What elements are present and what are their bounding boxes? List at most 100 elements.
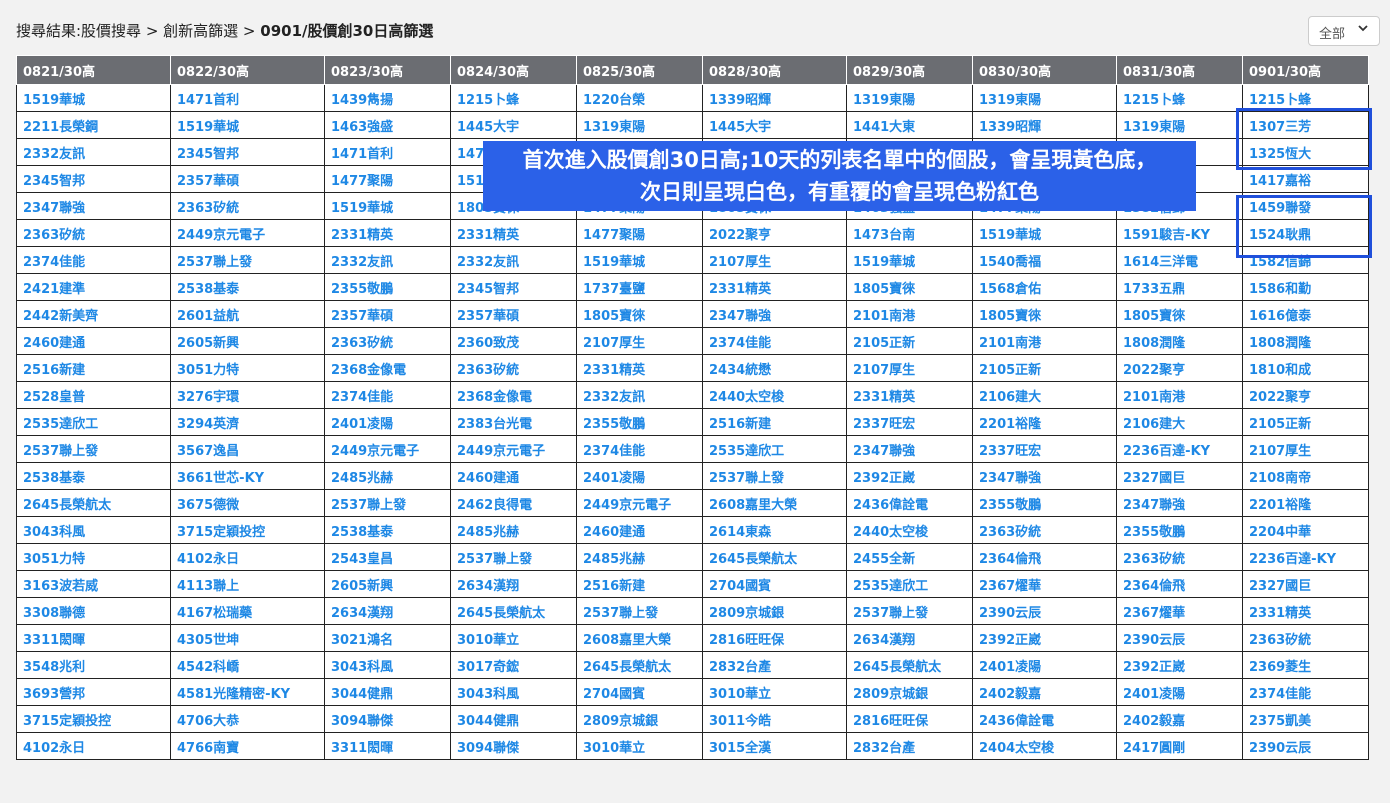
stock-cell[interactable]: 2236百達-KY: [1116, 435, 1243, 463]
stock-cell[interactable]: 2634漢翔: [846, 624, 973, 652]
stock-cell[interactable]: 2101南港: [1116, 381, 1243, 409]
stock-cell[interactable]: 2106建大: [972, 381, 1117, 409]
stock-cell[interactable]: 2357華碩: [170, 165, 325, 193]
stock-cell[interactable]: 2645長榮航太: [450, 597, 577, 625]
stock-cell[interactable]: 2462良得電: [450, 489, 577, 517]
stock-cell[interactable]: 2605新興: [170, 327, 325, 355]
stock-cell[interactable]: 2364倫飛: [972, 543, 1117, 571]
stock-cell[interactable]: 2390云辰: [1242, 732, 1369, 760]
stock-cell[interactable]: 1471首利: [324, 138, 451, 166]
stock-cell[interactable]: 2809京城銀: [846, 678, 973, 706]
stock-cell[interactable]: 3094聯傑: [450, 732, 577, 760]
stock-cell[interactable]: 2402毅嘉: [1116, 705, 1243, 733]
stock-cell[interactable]: 2331精英: [324, 219, 451, 247]
stock-cell[interactable]: 1339昭輝: [702, 84, 847, 112]
stock-cell[interactable]: 2355敬鵬: [972, 489, 1117, 517]
stock-cell[interactable]: 1805寶徠: [972, 300, 1117, 328]
stock-cell[interactable]: 2440太空梭: [702, 381, 847, 409]
stock-cell[interactable]: 2327國巨: [1242, 570, 1369, 598]
stock-cell[interactable]: 1325恆大: [1242, 138, 1369, 166]
stock-cell[interactable]: 2327國巨: [1116, 462, 1243, 490]
stock-cell[interactable]: 1519華城: [324, 192, 451, 220]
stock-cell[interactable]: 2101南港: [972, 327, 1117, 355]
stock-cell[interactable]: 2201裕隆: [1242, 489, 1369, 517]
stock-cell[interactable]: 2347聯強: [16, 192, 171, 220]
stock-cell[interactable]: 2436偉詮電: [972, 705, 1117, 733]
stock-cell[interactable]: 2367燿華: [972, 570, 1117, 598]
stock-cell[interactable]: 1215卜蜂: [450, 84, 577, 112]
stock-cell[interactable]: 3051力特: [16, 543, 171, 571]
stock-cell[interactable]: 1616億泰: [1242, 300, 1369, 328]
stock-cell[interactable]: 2460建通: [576, 516, 703, 544]
stock-cell[interactable]: 2634漢翔: [450, 570, 577, 598]
stock-cell[interactable]: 3308聯德: [16, 597, 171, 625]
stock-cell[interactable]: 2434統懋: [702, 354, 847, 382]
stock-cell[interactable]: 2537聯上發: [846, 597, 973, 625]
stock-cell[interactable]: 2485兆赫: [324, 462, 451, 490]
stock-cell[interactable]: 2449京元電子: [170, 219, 325, 247]
stock-cell[interactable]: 4766南寶: [170, 732, 325, 760]
stock-cell[interactable]: 2535達欣工: [16, 408, 171, 436]
stock-cell[interactable]: 2449京元電子: [324, 435, 451, 463]
stock-cell[interactable]: 1805寶徠: [846, 273, 973, 301]
stock-cell[interactable]: 2363矽統: [170, 192, 325, 220]
stock-cell[interactable]: 2369菱生: [1242, 651, 1369, 679]
stock-cell[interactable]: 2357華碩: [450, 300, 577, 328]
stock-cell[interactable]: 1215卜蜂: [1242, 84, 1369, 112]
stock-cell[interactable]: 3715定穎投控: [16, 705, 171, 733]
stock-cell[interactable]: 4113聯上: [170, 570, 325, 598]
stock-cell[interactable]: 1519華城: [170, 111, 325, 139]
stock-cell[interactable]: 2809京城銀: [576, 705, 703, 733]
stock-cell[interactable]: 2455全新: [846, 543, 973, 571]
stock-cell[interactable]: 2368金像電: [324, 354, 451, 382]
stock-cell[interactable]: 1519華城: [16, 84, 171, 112]
stock-cell[interactable]: 2421建準: [16, 273, 171, 301]
stock-cell[interactable]: 2363矽統: [450, 354, 577, 382]
stock-cell[interactable]: 2537聯上發: [324, 489, 451, 517]
stock-cell[interactable]: 2537聯上發: [170, 246, 325, 274]
stock-cell[interactable]: 2485兆赫: [576, 543, 703, 571]
stock-cell[interactable]: 2645長榮航太: [576, 651, 703, 679]
stock-cell[interactable]: 2614東森: [702, 516, 847, 544]
stock-cell[interactable]: 1477聚陽: [324, 165, 451, 193]
stock-cell[interactable]: 1319東陽: [1116, 111, 1243, 139]
stock-cell[interactable]: 1473台南: [846, 219, 973, 247]
stock-cell[interactable]: 4706大恭: [170, 705, 325, 733]
stock-cell[interactable]: 3567逸昌: [170, 435, 325, 463]
stock-cell[interactable]: 2634漢翔: [324, 597, 451, 625]
stock-cell[interactable]: 2347聯強: [972, 462, 1117, 490]
stock-cell[interactable]: 1586和勤: [1242, 273, 1369, 301]
stock-cell[interactable]: 2022聚亨: [702, 219, 847, 247]
stock-cell[interactable]: 2105正新: [972, 354, 1117, 382]
stock-cell[interactable]: 2022聚亨: [1116, 354, 1243, 382]
stock-cell[interactable]: 1808潤隆: [1242, 327, 1369, 355]
stock-cell[interactable]: 2331精英: [702, 273, 847, 301]
stock-cell[interactable]: 1417嘉裕: [1242, 165, 1369, 193]
stock-cell[interactable]: 3043科風: [450, 678, 577, 706]
stock-cell[interactable]: 1591駿吉-KY: [1116, 219, 1243, 247]
stock-cell[interactable]: 2363矽統: [324, 327, 451, 355]
stock-cell[interactable]: 2392正崴: [972, 624, 1117, 652]
stock-cell[interactable]: 2347聯強: [846, 435, 973, 463]
stock-cell[interactable]: 2449京元電子: [450, 435, 577, 463]
stock-cell[interactable]: 2364倫飛: [1116, 570, 1243, 598]
stock-cell[interactable]: 3675德微: [170, 489, 325, 517]
stock-cell[interactable]: 2332友訊: [324, 246, 451, 274]
stock-cell[interactable]: 2347聯強: [702, 300, 847, 328]
stock-cell[interactable]: 2105正新: [846, 327, 973, 355]
stock-cell[interactable]: 1220台榮: [576, 84, 703, 112]
stock-cell[interactable]: 1439雋揚: [324, 84, 451, 112]
stock-cell[interactable]: 4102永日: [16, 732, 171, 760]
stock-cell[interactable]: 2537聯上發: [702, 462, 847, 490]
stock-cell[interactable]: 1445大宇: [450, 111, 577, 139]
stock-cell[interactable]: 3715定穎投控: [170, 516, 325, 544]
stock-cell[interactable]: 1582信錦: [1242, 246, 1369, 274]
stock-cell[interactable]: 2331精英: [450, 219, 577, 247]
stock-cell[interactable]: 1477聚陽: [576, 219, 703, 247]
stock-cell[interactable]: 2485兆赫: [450, 516, 577, 544]
stock-cell[interactable]: 2538基泰: [16, 462, 171, 490]
stock-cell[interactable]: 2367燿華: [1116, 597, 1243, 625]
stock-cell[interactable]: 3311閎暉: [324, 732, 451, 760]
stock-cell[interactable]: 3294英濟: [170, 408, 325, 436]
stock-cell[interactable]: 4542科嶠: [170, 651, 325, 679]
